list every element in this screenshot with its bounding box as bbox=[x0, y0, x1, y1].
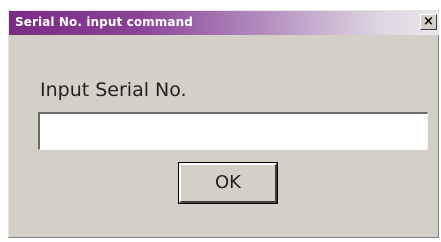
close-icon: × bbox=[423, 14, 434, 29]
serial-number-input[interactable] bbox=[38, 112, 428, 150]
serial-input-dialog: Serial No. input command × Input Serial … bbox=[8, 10, 439, 238]
serial-prompt-label: Input Serial No. bbox=[40, 79, 187, 101]
title-bar[interactable]: Serial No. input command × bbox=[9, 11, 439, 35]
close-button[interactable]: × bbox=[420, 14, 437, 30]
ok-button[interactable]: OK bbox=[178, 162, 278, 204]
window-title: Serial No. input command bbox=[15, 15, 193, 29]
